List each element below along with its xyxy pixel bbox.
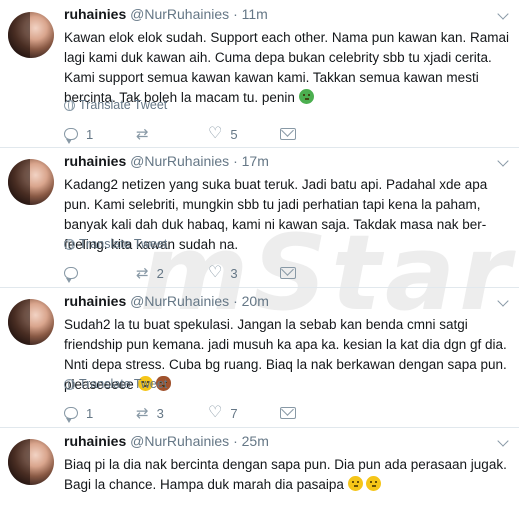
retweet-icon: ⇄ xyxy=(136,404,149,422)
chevron-down-icon[interactable] xyxy=(497,295,509,307)
face-with-raised-eyebrow-icon xyxy=(347,476,363,491)
timestamp[interactable]: · 11m xyxy=(233,6,268,22)
tweet-header: ruhainies @NurRuhainies · 17m xyxy=(64,153,269,169)
display-name[interactable]: ruhainies xyxy=(64,293,126,309)
translate-tweet-link[interactable]: Translate Tweet xyxy=(64,237,167,251)
timestamp[interactable]: · 20m xyxy=(233,293,269,309)
reply-icon xyxy=(64,128,78,144)
like-count: 5 xyxy=(230,126,238,142)
retweet-icon: ⇄ xyxy=(136,264,149,282)
retweet-icon: ⇄ xyxy=(136,125,149,143)
tweet[interactable]: ruhainies @NurRuhainies · 20m Sudah2 la … xyxy=(0,287,519,428)
retweet-button[interactable]: ⇄ 3 xyxy=(136,406,208,421)
timestamp[interactable]: · 17m xyxy=(233,153,269,169)
chevron-down-icon[interactable] xyxy=(497,8,509,20)
direct-message-button[interactable] xyxy=(280,267,352,279)
user-handle[interactable]: @NurRuhainies xyxy=(130,153,229,169)
tweet-text: Biaq pi la dia nak bercinta dengan sapa … xyxy=(64,455,514,495)
tweet-text: Kawan elok elok sudah. Support each othe… xyxy=(64,28,514,108)
like-button[interactable]: ♡ 5 xyxy=(208,126,280,142)
tweet-header: ruhainies @NurRuhainies · 25m xyxy=(64,433,269,449)
tweet-text-body: Kawan elok elok sudah. Support each othe… xyxy=(64,30,510,105)
avatar[interactable] xyxy=(8,12,54,58)
like-button[interactable]: ♡ 3 xyxy=(208,265,280,281)
user-handle[interactable]: @NurRuhainies xyxy=(130,293,229,309)
envelope-icon xyxy=(280,267,296,279)
reply-button[interactable]: 1 xyxy=(64,126,136,144)
heart-icon: ♡ xyxy=(208,404,223,421)
display-name[interactable]: ruhainies xyxy=(64,433,126,449)
retweet-count: 3 xyxy=(156,405,164,421)
user-handle[interactable]: @NurRuhainies xyxy=(130,6,229,22)
retweet-button[interactable]: ⇄ xyxy=(136,127,208,142)
retweet-button[interactable]: ⇄ 2 xyxy=(136,266,208,281)
globe-icon xyxy=(64,238,75,250)
tweet-text-body: Biaq pi la dia nak bercinta dengan sapa … xyxy=(64,457,507,492)
reply-button[interactable] xyxy=(64,267,136,283)
like-button[interactable]: ♡ 7 xyxy=(208,405,280,421)
heart-icon: ♡ xyxy=(208,264,223,281)
avatar[interactable] xyxy=(8,299,54,345)
chevron-down-icon[interactable] xyxy=(497,155,509,167)
reply-icon xyxy=(64,267,78,283)
nauseated-face-icon xyxy=(298,89,314,104)
tweet[interactable]: ruhainies @NurRuhainies · 17m Kadang2 ne… xyxy=(0,147,519,288)
translate-label: Translate Tweet xyxy=(79,98,168,112)
globe-icon xyxy=(64,378,75,390)
tweet-actions: ⇄ 2 ♡ 3 xyxy=(64,265,352,283)
display-name[interactable]: ruhainies xyxy=(64,6,126,22)
tweet-header: ruhainies @NurRuhainies · 11m xyxy=(64,6,268,22)
display-name[interactable]: ruhainies xyxy=(64,153,126,169)
like-count: 3 xyxy=(230,265,238,281)
envelope-icon xyxy=(280,407,296,419)
tweet[interactable]: ruhainies @NurRuhainies · 25m Biaq pi la… xyxy=(0,427,519,507)
globe-icon xyxy=(64,99,75,111)
chevron-down-icon[interactable] xyxy=(497,435,509,447)
translate-tweet-link[interactable]: Translate Tweet xyxy=(64,98,167,112)
reply-button[interactable]: 1 xyxy=(64,405,136,423)
tweet-header: ruhainies @NurRuhainies · 20m xyxy=(64,293,269,309)
reply-count: 1 xyxy=(86,126,94,142)
tweet-actions: 1 ⇄ ♡ 5 xyxy=(64,126,352,144)
avatar[interactable] xyxy=(8,159,54,205)
translate-tweet-link[interactable]: Translate Tweet xyxy=(64,377,167,391)
heart-icon: ♡ xyxy=(208,125,223,142)
translate-label: Translate Tweet xyxy=(79,377,168,391)
tweet-actions: 1 ⇄ 3 ♡ 7 xyxy=(64,405,352,423)
direct-message-button[interactable] xyxy=(280,128,352,140)
envelope-icon xyxy=(280,128,296,140)
tweet[interactable]: ruhainies @NurRuhainies · 11m Kawan elok… xyxy=(0,0,519,148)
translate-label: Translate Tweet xyxy=(79,237,168,251)
retweet-count: 2 xyxy=(156,265,164,281)
like-count: 7 xyxy=(230,405,238,421)
avatar[interactable] xyxy=(8,439,54,485)
user-handle[interactable]: @NurRuhainies xyxy=(130,433,229,449)
face-with-rolling-eyes-icon xyxy=(366,476,382,491)
reply-icon xyxy=(64,407,78,423)
reply-count: 1 xyxy=(86,405,94,421)
timestamp[interactable]: · 25m xyxy=(233,433,269,449)
direct-message-button[interactable] xyxy=(280,407,352,419)
